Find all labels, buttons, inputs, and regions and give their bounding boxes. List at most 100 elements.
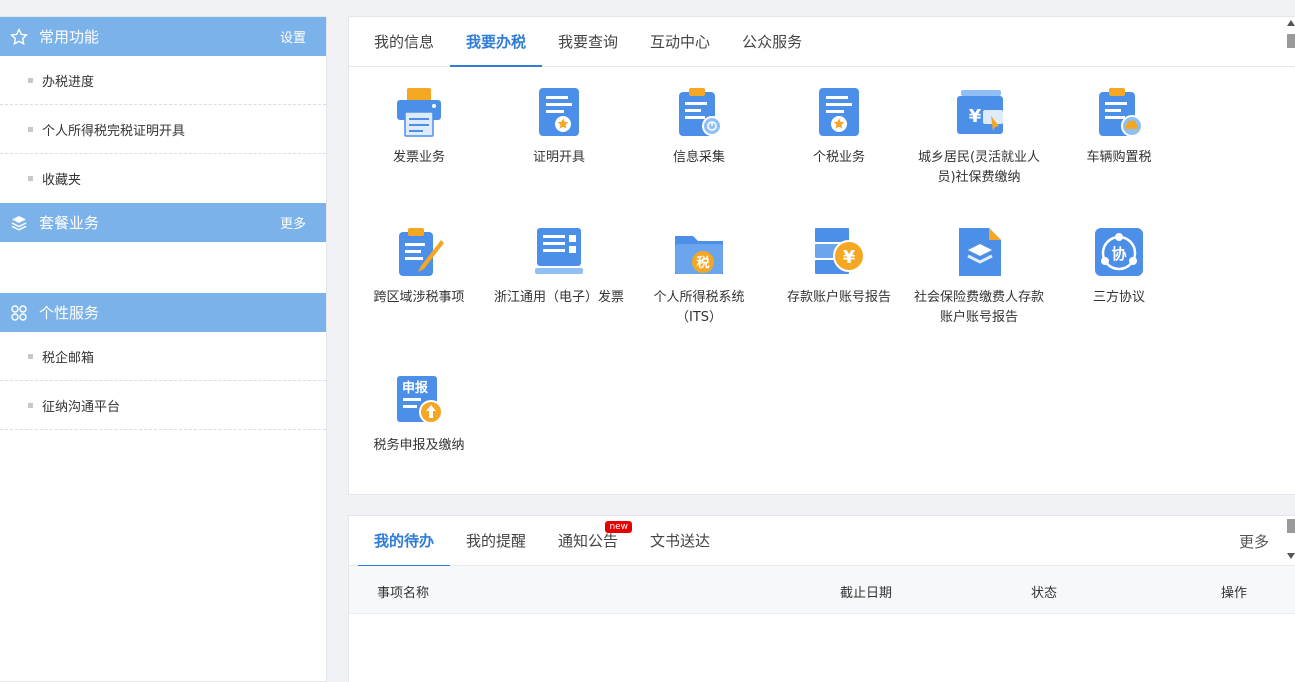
todo-panel: 我的待办 我的提醒 通知公告 new 文书送达 更多 事项名称 截止日期 状态 … <box>348 515 1295 682</box>
tile-label: 浙江通用（电子）发票 <box>493 290 624 305</box>
tile-label: 存款账户账号报告 <box>786 290 891 305</box>
column-header-action: 操作 <box>1221 586 1248 601</box>
tab-my-info[interactable]: 我的信息 <box>358 16 450 66</box>
tile-declare-pay[interactable]: 申报 税务申报及缴纳 <box>349 374 489 456</box>
tab-notices[interactable]: 通知公告 new <box>542 516 634 566</box>
scroll-up-icon[interactable] <box>1287 20 1295 26</box>
tile-deposit-account[interactable]: ¥ 存款账户账号报告 <box>769 226 909 308</box>
tile-label: 信息采集 <box>672 150 725 165</box>
printer-icon <box>393 86 445 138</box>
sidebar-item-label: 收藏夹 <box>42 173 82 188</box>
sidebar-item-label: 办税进度 <box>42 74 95 90</box>
column-header-name: 事项名称 <box>377 586 430 601</box>
more-link[interactable]: 更多 <box>280 213 306 232</box>
tile-label: 三方协议 <box>1092 290 1145 305</box>
column-header-status: 状态 <box>1031 586 1058 601</box>
scroll-thumb[interactable] <box>1287 34 1295 48</box>
scroll-down-icon[interactable] <box>1287 553 1295 559</box>
layers-document-icon <box>953 226 1005 278</box>
svg-text:申报: 申报 <box>402 380 429 396</box>
service-grid: 发票业务 证明开具 信息采集 个税业务 ¥ 城乡居民(灵活就业人员)社保费缴纳 <box>349 67 1295 495</box>
sidebar-item-progress[interactable]: 办税进度 <box>0 56 326 105</box>
tab-document-delivery[interactable]: 文书送达 <box>634 516 726 566</box>
tile-label: 发票业务 <box>392 150 445 165</box>
bullet-icon <box>28 402 33 408</box>
tax-services-panel: 我的信息 我要办税 我要查询 互动中心 公众服务 发票业务 证明开具 信息采集 <box>348 16 1295 495</box>
svg-text:¥: ¥ <box>969 106 982 127</box>
sidebar-common-title: 常用功能 <box>39 28 100 46</box>
column-header-deadline: 截止日期 <box>840 586 893 601</box>
tile-label: 跨区域涉税事项 <box>373 290 465 305</box>
four-circles-icon <box>8 302 30 324</box>
personal-tax-icon <box>813 86 865 138</box>
sidebar-package-content <box>0 242 326 293</box>
sidebar-personal-title: 个性服务 <box>39 304 100 322</box>
new-badge: new <box>605 520 633 533</box>
tile-label: 城乡居民(灵活就业人员)社保费缴纳 <box>917 150 1041 185</box>
sidebar-item-tax-mailbox[interactable]: 税企邮箱 <box>0 332 326 381</box>
tab-my-todo[interactable]: 我的待办 <box>358 516 451 567</box>
deposit-account-icon: ¥ <box>813 226 865 278</box>
sidebar-item-tax-certificate[interactable]: 个人所得税完税证明开具 <box>0 105 326 154</box>
tile-vehicle-tax[interactable]: 车辆购置税 <box>1049 86 1189 168</box>
top-panel-scrollbar[interactable] <box>1287 20 1295 60</box>
bottom-tabs: 我的待办 我的提醒 通知公告 new 文书送达 更多 <box>349 516 1295 567</box>
sidebar-header-personal: 个性服务 <box>0 293 326 332</box>
tile-cross-region[interactable]: 跨区域涉税事项 <box>349 226 489 308</box>
tab-interaction[interactable]: 互动中心 <box>634 16 726 66</box>
tile-resident-social-security[interactable]: ¥ 城乡居民(灵活就业人员)社保费缴纳 <box>909 86 1049 188</box>
yuan-wallet-icon: ¥ <box>953 86 1005 138</box>
declare-pay-icon: 申报 <box>393 374 445 426</box>
agreement-icon: 协 <box>1093 226 1145 278</box>
settings-link[interactable]: 设置 <box>280 27 306 46</box>
tile-its-system[interactable]: 税 个人所得税系统（ITS） <box>629 226 769 328</box>
bullet-icon <box>28 176 33 181</box>
tile-personal-tax[interactable]: 个税业务 <box>769 86 909 168</box>
layers-icon <box>8 212 30 234</box>
tile-label: 个人所得税系统（ITS） <box>653 290 745 325</box>
todo-table-header: 事项名称 截止日期 状态 操作 <box>349 566 1295 614</box>
sidebar-item-label: 个人所得税完税证明开具 <box>42 123 186 139</box>
tile-tripartite-agreement[interactable]: 协 三方协议 <box>1049 226 1189 308</box>
tile-social-insurance-account[interactable]: 社会保险费缴费人存款账户账号报告 <box>909 226 1049 328</box>
tile-label: 社会保险费缴费人存款账户账号报告 <box>914 290 1045 325</box>
tile-label: 证明开具 <box>532 150 585 165</box>
tab-public-service[interactable]: 公众服务 <box>726 16 818 66</box>
tile-label: 个税业务 <box>812 150 865 165</box>
star-icon <box>8 26 30 48</box>
bottom-panel-scrollbar[interactable] <box>1287 519 1295 559</box>
sidebar-item-label: 征纳沟通平台 <box>42 399 121 415</box>
scroll-thumb[interactable] <box>1287 519 1295 533</box>
tab-notices-label: 通知公告 <box>558 532 619 550</box>
monitor-invoice-icon <box>533 226 585 278</box>
more-link[interactable]: 更多 <box>1239 531 1269 552</box>
svg-text:¥: ¥ <box>843 247 856 268</box>
sidebar-item-label: 税企邮箱 <box>42 350 95 366</box>
tile-invoice[interactable]: 发票业务 <box>349 86 489 168</box>
tab-my-reminders[interactable]: 我的提醒 <box>450 516 542 566</box>
top-tabs: 我的信息 我要办税 我要查询 互动中心 公众服务 <box>349 17 1295 67</box>
svg-text:协: 协 <box>1111 245 1126 263</box>
sidebar-header-common: 常用功能 设置 <box>0 17 326 56</box>
tax-folder-icon: 税 <box>673 226 725 278</box>
certificate-icon <box>533 86 585 138</box>
bullet-icon <box>28 353 33 359</box>
sidebar-item-favorites[interactable]: 收藏夹 <box>0 154 326 203</box>
bullet-icon <box>28 126 33 132</box>
sidebar: 常用功能 设置 办税进度 个人所得税完税证明开具 收藏夹 套餐业务 更多 个性服… <box>0 16 327 682</box>
tab-tax-handling[interactable]: 我要办税 <box>450 16 543 67</box>
sidebar-header-package: 套餐业务 更多 <box>0 203 326 242</box>
clipboard-icon <box>673 86 725 138</box>
clipboard-pen-icon <box>393 226 445 278</box>
tab-query[interactable]: 我要查询 <box>542 16 634 66</box>
tile-label: 车辆购置税 <box>1086 150 1152 165</box>
tile-certificate[interactable]: 证明开具 <box>489 86 629 168</box>
tile-zhejiang-invoice[interactable]: 浙江通用（电子）发票 <box>489 226 629 308</box>
vehicle-tax-icon <box>1093 86 1145 138</box>
svg-text:税: 税 <box>696 255 709 271</box>
sidebar-item-communication[interactable]: 征纳沟通平台 <box>0 381 326 430</box>
tile-label: 税务申报及缴纳 <box>373 438 465 453</box>
bullet-icon <box>28 77 33 83</box>
sidebar-package-title: 套餐业务 <box>39 214 100 232</box>
tile-info-collection[interactable]: 信息采集 <box>629 86 769 168</box>
